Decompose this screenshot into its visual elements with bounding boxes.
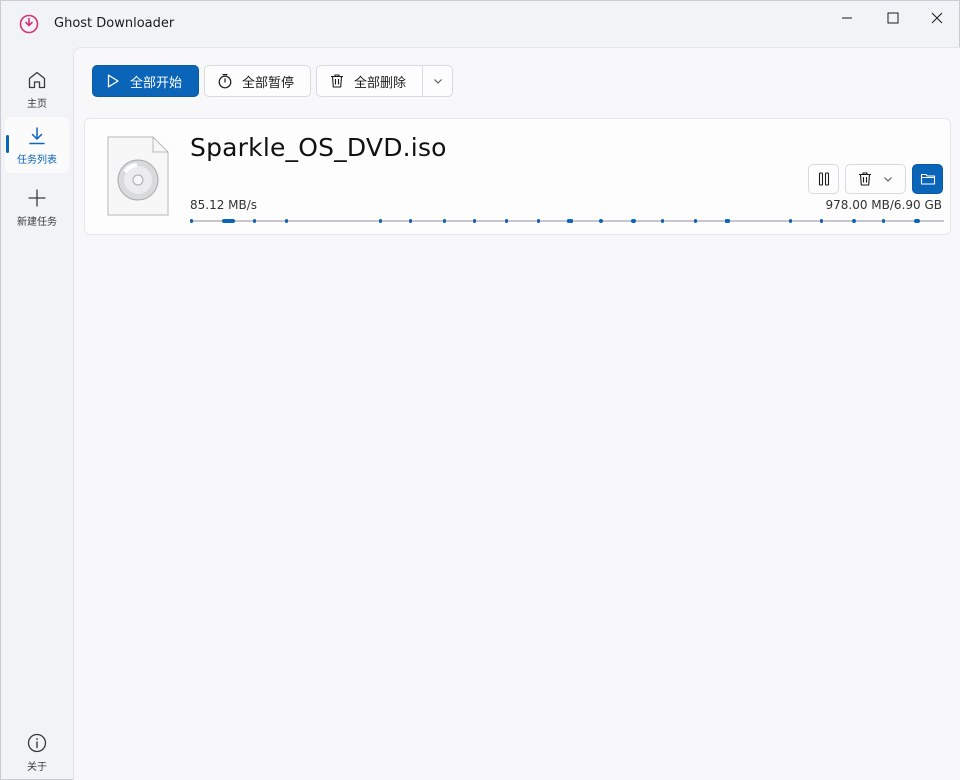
progress-segment xyxy=(913,219,920,223)
progress-segment xyxy=(442,219,446,223)
maximize-icon xyxy=(887,12,899,24)
file-name: Sparkle_OS_DVD.iso xyxy=(190,133,447,162)
progress-segment xyxy=(661,219,665,223)
segmented-progress-bar xyxy=(190,219,944,223)
progress-segment xyxy=(570,219,574,223)
delete-all-label: 全部删除 xyxy=(354,75,407,91)
pause-all-label: 全部暂停 xyxy=(242,75,295,91)
progress-segment xyxy=(285,219,289,223)
close-button[interactable] xyxy=(914,1,960,35)
info-icon xyxy=(27,733,47,752)
open-folder-button[interactable] xyxy=(912,164,943,194)
timer-icon xyxy=(218,74,232,89)
active-indicator xyxy=(6,135,9,153)
progress-segment xyxy=(472,219,476,223)
task-list-panel: 全部开始 全部暂停 全部删除 Sparkle_OS_DVD.iso 85.12 … xyxy=(73,47,960,780)
start-all-label: 全部开始 xyxy=(130,75,183,91)
sidebar-item-label: 新建任务 xyxy=(17,216,57,228)
play-icon xyxy=(107,74,119,88)
sidebar-item-new-task[interactable]: 新建任务 xyxy=(5,179,69,235)
progress-segment xyxy=(378,219,382,223)
maximize-button[interactable] xyxy=(870,1,916,35)
progress-segment xyxy=(222,219,236,223)
progress-segment xyxy=(882,219,886,223)
pause-icon xyxy=(818,172,829,186)
pause-task-button[interactable] xyxy=(808,164,839,194)
chevron-down-icon[interactable] xyxy=(883,174,893,184)
progress-segment xyxy=(408,219,412,223)
close-icon xyxy=(931,12,943,24)
progress-segment xyxy=(819,219,823,223)
delete-options-dropdown[interactable] xyxy=(422,66,452,96)
chevron-down-icon xyxy=(433,79,442,84)
progress-segment xyxy=(190,219,194,223)
sidebar-item-about[interactable]: 关于 xyxy=(5,725,69,779)
progress-segment xyxy=(536,219,540,223)
start-all-button[interactable]: 全部开始 xyxy=(92,65,199,97)
progress-segment xyxy=(598,219,604,223)
home-icon xyxy=(28,71,46,88)
task-card[interactable]: Sparkle_OS_DVD.iso 85.12 MB/s 978.00 MB/… xyxy=(84,118,951,235)
plus-icon xyxy=(28,188,46,207)
sidebar-item-task-list[interactable]: 任务列表 xyxy=(5,117,69,173)
sidebar: 主页 任务列表 新建任务 关于 xyxy=(1,47,73,779)
trash-icon xyxy=(859,172,871,186)
sidebar-item-home[interactable]: 主页 xyxy=(5,61,69,117)
window-title: Ghost Downloader xyxy=(54,16,175,31)
app-logo-icon xyxy=(19,14,39,34)
delete-all-split-button[interactable]: 全部删除 xyxy=(316,65,453,97)
sidebar-item-label: 主页 xyxy=(27,98,47,110)
delete-task-button[interactable] xyxy=(845,164,906,194)
minimize-button[interactable] xyxy=(824,1,870,35)
sidebar-item-label: 任务列表 xyxy=(17,154,57,166)
progress-segment xyxy=(852,219,856,223)
sidebar-item-label: 关于 xyxy=(27,761,47,773)
progress-segment xyxy=(693,219,697,223)
download-icon xyxy=(29,126,45,144)
progress-segment xyxy=(252,219,256,223)
disc-file-icon xyxy=(107,136,169,216)
trash-icon xyxy=(331,74,343,88)
minimize-icon xyxy=(842,17,852,19)
pause-all-button[interactable]: 全部暂停 xyxy=(204,65,311,97)
app-window: Ghost Downloader 主页 任务列表 新建任务 关于 全部开始 全部… xyxy=(0,0,960,780)
download-speed: 85.12 MB/s xyxy=(190,198,258,212)
download-size-info: 978.00 MB/6.90 GB xyxy=(825,198,943,212)
progress-segment xyxy=(631,219,637,223)
progress-segment xyxy=(789,219,793,223)
title-bar: Ghost Downloader xyxy=(1,1,959,47)
folder-icon xyxy=(920,173,935,185)
progress-segment xyxy=(505,219,509,223)
